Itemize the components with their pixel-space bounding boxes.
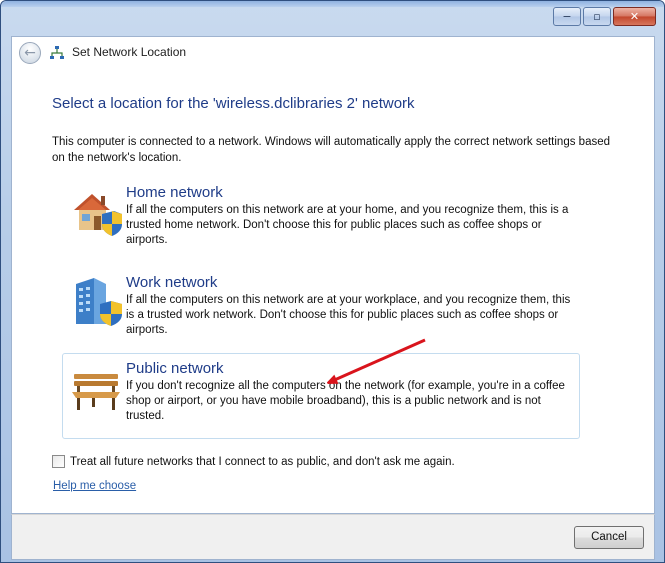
help-me-choose-link[interactable]: Help me choose — [53, 480, 136, 492]
treat-as-public-checkbox[interactable] — [52, 455, 65, 468]
nav-bar: ← Set Network Location — [12, 37, 654, 67]
house-shield-icon — [74, 194, 122, 236]
back-button[interactable]: ← — [19, 42, 41, 64]
title-bar: − ▫ ✕ — [7, 5, 658, 35]
home-network-description: If all the computers on this network are… — [126, 204, 569, 246]
dialog-footer: Cancel — [11, 514, 655, 560]
caption-buttons: − ▫ ✕ — [553, 7, 656, 26]
page-heading: Select a location for the 'wireless.dcli… — [52, 95, 415, 112]
home-network-option[interactable]: Home network If all the computers on thi… — [62, 177, 580, 263]
public-network-title: Public network — [126, 360, 224, 377]
cancel-button[interactable]: Cancel — [574, 526, 644, 549]
park-bench-icon — [72, 374, 120, 410]
treat-as-public-checkbox-row[interactable]: Treat all future networks that I connect… — [52, 455, 455, 468]
window-title: Set Network Location — [72, 45, 187, 59]
office-building-shield-icon — [76, 278, 122, 326]
home-network-title: Home network — [126, 184, 223, 201]
dialog-window: − ▫ ✕ ← Set Network Location Select a lo… — [0, 0, 665, 563]
treat-as-public-label: Treat all future networks that I connect… — [70, 455, 455, 468]
work-network-title: Work network — [126, 274, 218, 291]
public-network-description: If you don't recognize all the computers… — [126, 380, 565, 422]
minimize-icon: − — [562, 10, 572, 23]
intro-text: This computer is connected to a network.… — [52, 136, 611, 164]
dialog-content: ← Set Network Location Select a location… — [11, 36, 655, 514]
minimize-button[interactable]: − — [553, 7, 581, 26]
back-arrow-icon: ← — [24, 45, 36, 61]
work-network-description: If all the computers on this network are… — [126, 294, 571, 336]
network-icon — [50, 46, 64, 59]
maximize-button[interactable]: ▫ — [583, 7, 611, 26]
close-icon: ✕ — [629, 10, 640, 23]
work-network-option[interactable]: Work network If all the computers on thi… — [62, 267, 580, 353]
maximize-icon: ▫ — [593, 10, 601, 23]
public-network-option[interactable]: Public network If you don't recognize al… — [62, 353, 580, 439]
close-button[interactable]: ✕ — [613, 7, 656, 26]
